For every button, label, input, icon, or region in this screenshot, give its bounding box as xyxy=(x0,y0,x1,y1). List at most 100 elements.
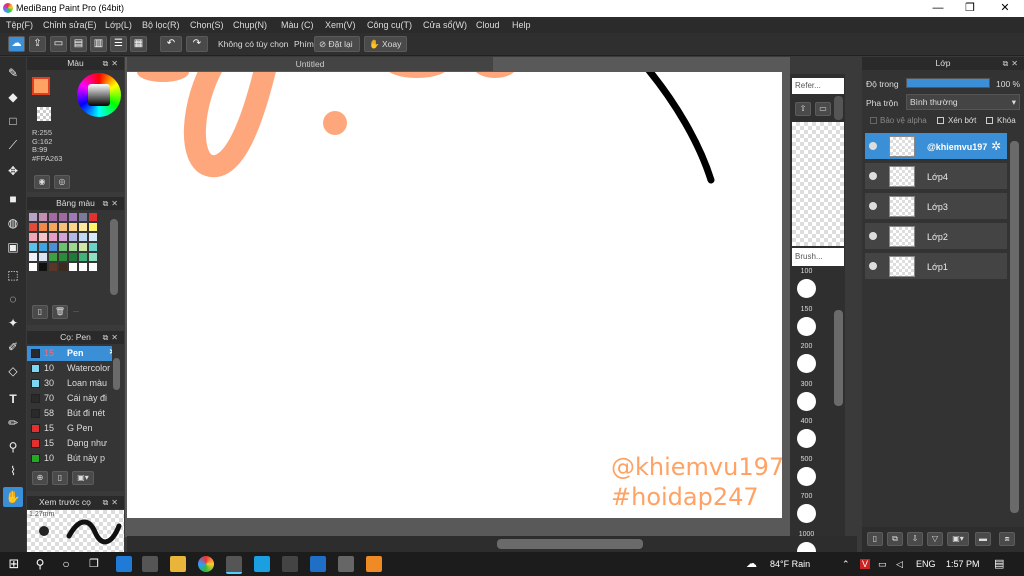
brush-item[interactable]: 58 Bút đi nét xyxy=(27,406,112,421)
visibility-eye-icon[interactable] xyxy=(869,262,877,270)
notification-icon[interactable]: ▤ xyxy=(994,557,1004,570)
windows-start-icon[interactable]: ⊞ xyxy=(6,556,22,572)
tray-up-chevron-icon[interactable]: ⌃ xyxy=(842,559,850,570)
palette-swatch[interactable] xyxy=(49,223,57,231)
text-tool-icon[interactable]: T xyxy=(3,389,23,409)
palette-swatch[interactable] xyxy=(29,253,37,261)
duplicate-layer-icon[interactable]: ⧉ xyxy=(887,532,903,546)
reference-tab[interactable]: Refer... xyxy=(792,78,844,94)
select-rect-tool-icon[interactable]: ⬚ xyxy=(3,265,23,285)
foreground-color-swatch[interactable] xyxy=(32,77,50,95)
palette-swatch[interactable] xyxy=(59,243,67,251)
antivirus-icon[interactable]: V xyxy=(860,559,871,569)
palette-swatch[interactable] xyxy=(69,213,77,221)
palette-swatch[interactable] xyxy=(29,223,37,231)
message-icon[interactable]: ▤ xyxy=(70,36,87,52)
panel-float-close-icon[interactable]: ⧉✕ xyxy=(103,331,121,344)
brush-size-dot[interactable] xyxy=(797,279,816,298)
layer-settings-icon[interactable]: ✲ xyxy=(991,139,1001,153)
cloud-icon[interactable]: ☁ xyxy=(8,36,25,52)
language-indicator[interactable]: ENG xyxy=(916,559,936,569)
layer-scrollbar[interactable] xyxy=(1010,141,1019,513)
palette-swatch[interactable] xyxy=(29,243,37,251)
color-picker-icon[interactable]: ◎ xyxy=(54,175,70,189)
palette-swatch[interactable] xyxy=(89,243,97,251)
grid-icon[interactable]: ▦ xyxy=(130,36,147,52)
folder-material-icon[interactable]: ▭ xyxy=(815,102,831,116)
palette-swatch[interactable] xyxy=(79,213,87,221)
canvas-tab[interactable]: Untitled xyxy=(127,57,493,71)
palette-swatch[interactable] xyxy=(59,263,67,271)
brush-item[interactable]: 70 Cái này đi xyxy=(27,391,112,406)
brush-size-scrollbar[interactable] xyxy=(834,310,843,406)
move-tool-icon[interactable]: ✥ xyxy=(3,161,23,181)
skype-icon[interactable] xyxy=(254,556,270,572)
rotate-button[interactable]: ✋ Xoay xyxy=(364,36,407,52)
palette-swatch[interactable] xyxy=(49,263,57,271)
color-mode-icon[interactable]: ◉ xyxy=(34,175,50,189)
edge-browser-icon[interactable] xyxy=(116,556,132,572)
palette-swatch[interactable] xyxy=(59,233,67,241)
eraser-tool-icon[interactable]: ◆ xyxy=(3,87,23,107)
medibang-taskbar-icon[interactable] xyxy=(226,556,242,574)
layer-folder-icon[interactable]: ▬ xyxy=(975,532,991,546)
visibility-eye-icon[interactable] xyxy=(869,172,877,180)
task-view-icon[interactable]: ❐ xyxy=(86,556,102,572)
menu-filter[interactable]: Bộ lọc(R) xyxy=(142,20,180,30)
brush-item[interactable]: 30 Loan màu xyxy=(27,376,112,391)
document-icon[interactable]: ▥ xyxy=(90,36,107,52)
palette-swatch[interactable] xyxy=(39,263,47,271)
menu-layer[interactable]: Lớp(L) xyxy=(105,20,132,30)
palette-swatch[interactable] xyxy=(29,263,37,271)
palette-swatch[interactable] xyxy=(59,213,67,221)
menu-file[interactable]: Tệp(F) xyxy=(6,20,33,30)
palette-swatch[interactable] xyxy=(39,223,47,231)
select-eraser-tool-icon[interactable]: ◇ xyxy=(3,361,23,381)
palette-swatch-grid[interactable] xyxy=(29,213,107,277)
mail-icon[interactable] xyxy=(310,556,326,572)
delete-layer-icon[interactable]: ⧈ xyxy=(999,532,1015,546)
file-explorer-icon[interactable] xyxy=(170,556,186,572)
brush-item[interactable]: 15 G Pen xyxy=(27,421,112,436)
speaker-icon[interactable]: ◁ xyxy=(896,559,903,570)
line-tool-icon[interactable]: ⟋ xyxy=(3,135,23,155)
settings-gear-icon[interactable] xyxy=(338,556,354,572)
brush-scrollbar[interactable] xyxy=(113,358,120,390)
palette-swatch[interactable] xyxy=(89,223,97,231)
new-layer-icon[interactable]: ▯ xyxy=(867,532,883,546)
palette-swatch[interactable] xyxy=(89,233,97,241)
menu-color[interactable]: Màu (C) xyxy=(281,20,314,30)
list-icon[interactable]: ☰ xyxy=(110,36,127,52)
visibility-eye-icon[interactable] xyxy=(869,142,877,150)
canvas[interactable]: @khiemvu197 #hoidap247 xyxy=(127,72,782,518)
clock-time[interactable]: 1:57 PM xyxy=(946,559,980,569)
weather-text[interactable]: 84°F Rain xyxy=(770,559,810,569)
menu-capture[interactable]: Chụp(N) xyxy=(233,20,267,30)
palette-swatch[interactable] xyxy=(29,213,37,221)
visibility-eye-icon[interactable] xyxy=(869,202,877,210)
palette-swatch[interactable] xyxy=(79,263,87,271)
new-palette-icon[interactable]: ▯ xyxy=(32,305,48,319)
brush-size-dot[interactable] xyxy=(797,316,816,336)
fill-rect-tool-icon[interactable]: ■ xyxy=(3,189,23,209)
upload-material-icon[interactable]: ⇧ xyxy=(795,102,811,116)
lasso-tool-icon[interactable]: ◌ xyxy=(3,289,23,309)
layer-row[interactable]: @khiemvu197 ✲ xyxy=(865,133,1007,161)
brush-menu-icon[interactable]: ▣▾ xyxy=(72,471,94,485)
brush-size-dot[interactable] xyxy=(797,391,816,411)
brush-size-tab[interactable]: Brush... xyxy=(792,248,844,266)
panel-float-close-icon[interactable]: ⧉✕ xyxy=(103,496,121,509)
palette-swatch[interactable] xyxy=(69,263,77,271)
brush-settings-icon[interactable]: ✲ xyxy=(109,347,112,358)
menu-tools[interactable]: Công cụ(T) xyxy=(367,20,412,30)
color-wheel[interactable] xyxy=(77,73,121,117)
magic-wand-tool-icon[interactable]: ✦ xyxy=(3,313,23,333)
palette-swatch[interactable] xyxy=(39,233,47,241)
layer-row[interactable]: Lớp1 xyxy=(865,253,1007,281)
close-button[interactable]: ✕ xyxy=(990,1,1020,15)
panel-float-close-icon[interactable]: ⧉✕ xyxy=(103,197,121,210)
cortana-icon[interactable]: ○ xyxy=(58,556,74,572)
layer-row[interactable]: Lớp3 xyxy=(865,193,1007,221)
brush-size-dot[interactable] xyxy=(797,466,816,486)
palette-swatch[interactable] xyxy=(49,213,57,221)
